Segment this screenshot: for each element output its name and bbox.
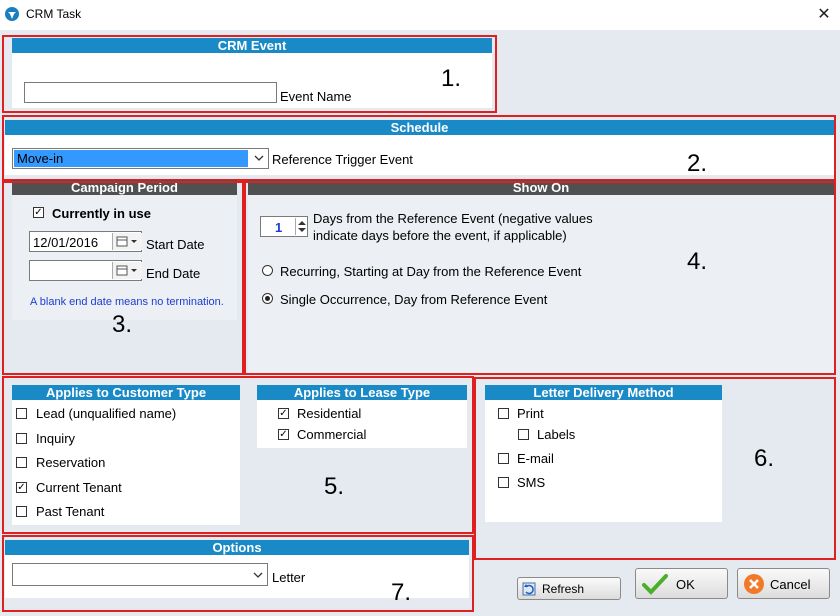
ok-label: OK [676, 577, 695, 592]
annotation-box-6 [474, 377, 836, 560]
refresh-icon [522, 582, 536, 596]
annotation-box-4 [244, 181, 836, 375]
close-icon[interactable]: ✕ [814, 5, 834, 25]
annotation-box-3 [2, 181, 244, 375]
cancel-icon [744, 574, 764, 594]
refresh-button[interactable]: Refresh [517, 577, 621, 600]
annotation-marker-2: 2. [687, 150, 708, 177]
annotation-marker-6: 6. [754, 445, 775, 472]
annotation-marker-1: 1. [441, 65, 462, 92]
window-title: CRM Task [26, 7, 82, 21]
title-bar [0, 0, 840, 30]
annotation-marker-7: 7. [391, 579, 412, 606]
check-icon [642, 574, 668, 595]
cancel-label: Cancel [770, 577, 811, 592]
annotation-marker-4: 4. [687, 248, 708, 275]
ok-button[interactable]: OK [635, 568, 728, 599]
annotation-box-1 [2, 35, 497, 113]
annotation-marker-5: 5. [324, 473, 345, 500]
annotation-box-5 [2, 376, 474, 534]
annotation-marker-3: 3. [112, 311, 133, 338]
app-icon [5, 7, 19, 21]
refresh-label: Refresh [542, 582, 585, 596]
annotation-box-2 [2, 115, 836, 181]
cancel-button[interactable]: Cancel [737, 568, 830, 599]
